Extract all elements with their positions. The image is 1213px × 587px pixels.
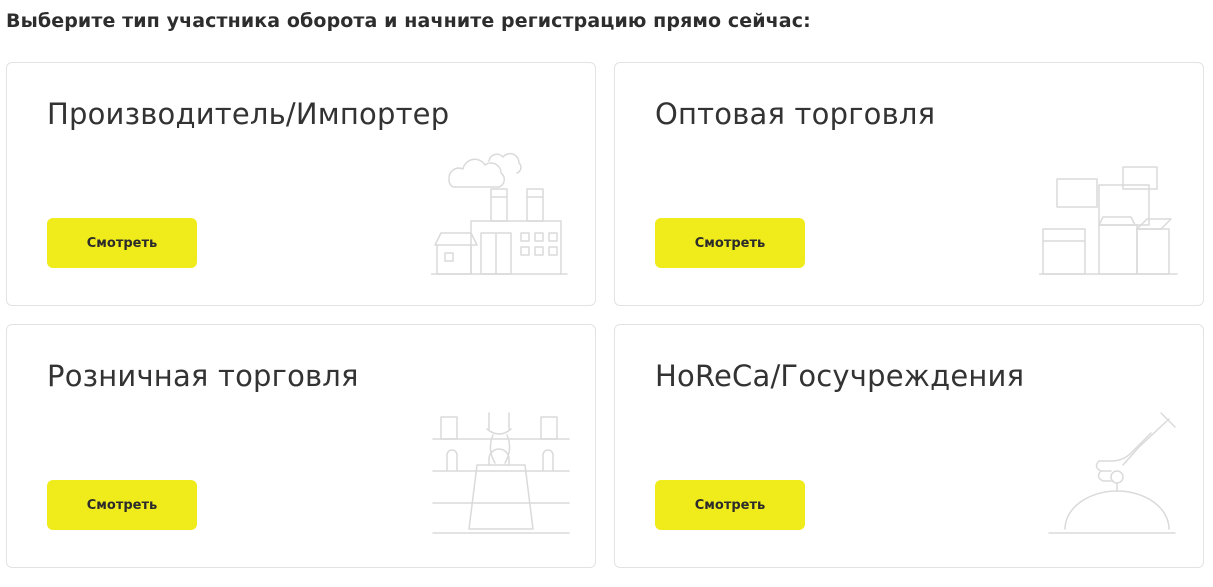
card-manufacturer-importer[interactable]: Производитель/Импортер Смотреть [6, 62, 596, 306]
factory-icon [430, 149, 571, 279]
card-title: Розничная торговля [47, 359, 359, 393]
card-title: HoReCa/Госучреждения [655, 359, 1025, 393]
card-title: Оптовая торговля [655, 97, 936, 131]
card-retail[interactable]: Розничная торговля Смотреть [6, 324, 596, 568]
shopping-bag-icon [431, 411, 571, 541]
boxes-icon [1038, 149, 1179, 279]
card-horeca-government[interactable]: HoReCa/Госучреждения Смотреть [614, 324, 1204, 568]
cloche-icon [1039, 411, 1179, 541]
page-heading: Выберите тип участника оборота и начните… [6, 10, 811, 32]
view-button-retail[interactable]: Смотреть [47, 480, 197, 530]
registration-type-page: Выберите тип участника оборота и начните… [0, 0, 1213, 587]
view-button-wholesale[interactable]: Смотреть [655, 218, 805, 268]
view-button-horeca[interactable]: Смотреть [655, 480, 805, 530]
card-title: Производитель/Импортер [47, 97, 450, 131]
view-button-manufacturer[interactable]: Смотреть [47, 218, 197, 268]
card-wholesale[interactable]: Оптовая торговля Смотреть [614, 62, 1204, 306]
